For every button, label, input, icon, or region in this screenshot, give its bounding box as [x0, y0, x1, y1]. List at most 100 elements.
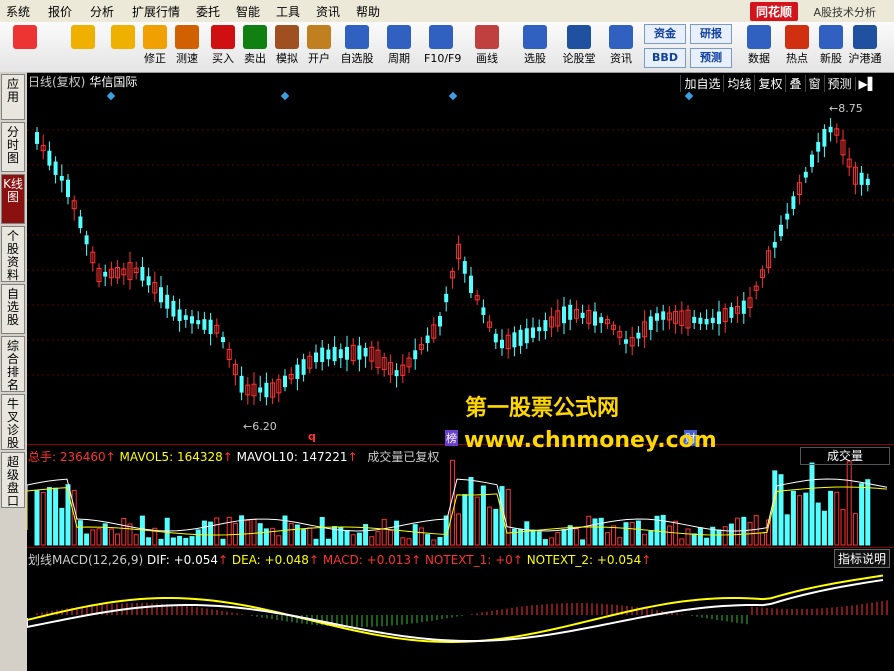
dif-line — [27, 578, 884, 642]
menu-news[interactable]: 资讯 — [316, 3, 340, 20]
volume-bar — [177, 535, 183, 546]
volume-header: 总手: 236460↑ MAVOL5: 164328↑ MAVOL10: 147… — [28, 450, 440, 464]
volume-bar — [499, 486, 505, 546]
sidebar-tab-7[interactable]: 牛叉诊股 — [1, 394, 25, 450]
candle-down — [704, 318, 709, 325]
toolbar-button-12[interactable]: F10/F9 — [424, 24, 461, 70]
candle-down — [562, 306, 566, 324]
volume-bar — [555, 531, 561, 546]
sidebar-tab-4[interactable]: 个股资料 — [1, 226, 25, 282]
candle-down — [357, 345, 362, 360]
candle-down — [661, 311, 666, 320]
candle-down — [710, 317, 715, 324]
toolbar-yanbao-button[interactable]: 研报 — [690, 24, 732, 44]
volume-bar — [425, 534, 431, 546]
event-diamond-icon — [684, 91, 694, 101]
volume-selector[interactable]: 成交量 — [800, 447, 890, 465]
candle-down — [84, 235, 89, 245]
candle-down — [326, 349, 331, 360]
toolbar-button-8[interactable]: 模拟 — [270, 24, 304, 70]
event-marker-bang[interactable]: 榜 — [445, 430, 458, 446]
toolbar-button-11[interactable]: 周期 — [382, 24, 416, 70]
toolbar-button-15[interactable]: 论股堂 — [562, 24, 596, 70]
toolbar-button-10[interactable]: 自选股 — [340, 24, 374, 70]
sidebar-tab-8[interactable]: 超级盘口 — [1, 452, 25, 508]
toolbar-button-13[interactable]: 画线 — [470, 24, 504, 70]
toolbar-button-1[interactable] — [8, 24, 42, 70]
candle-down — [146, 276, 151, 286]
volume-bar — [604, 532, 610, 546]
toolbar-button-4[interactable]: 修正 — [138, 24, 172, 70]
toolbar-button-2[interactable] — [66, 24, 100, 70]
sidebar-tab-5[interactable]: 自选股 — [1, 284, 25, 334]
sidebar-tab-2[interactable]: 分时图 — [1, 122, 25, 172]
menu-trade[interactable]: 委托 — [196, 3, 220, 20]
toolbar-button-9[interactable]: 开户 — [302, 24, 336, 70]
period-label[interactable]: 日线(复权) — [28, 75, 85, 89]
volume-bar — [828, 490, 834, 546]
volume-bar — [115, 533, 121, 546]
menu-system[interactable]: 系统 — [6, 3, 30, 20]
menu-tools[interactable]: 工具 — [276, 3, 300, 20]
candle-down — [462, 261, 467, 274]
volume-bar — [759, 532, 765, 546]
toolbar-button-20[interactable]: 沪港通 — [848, 24, 882, 70]
candle-down — [791, 196, 796, 209]
volume-bar — [493, 508, 499, 546]
toolbar-bbd-button[interactable]: BBD — [644, 48, 686, 68]
menu-analysis[interactable]: 分析 — [90, 3, 114, 20]
toolbar-button-18[interactable]: 热点 — [780, 24, 814, 70]
volume-bar — [90, 529, 96, 546]
play-icon[interactable]: ▶▌ — [854, 77, 880, 91]
candle-down — [599, 317, 604, 323]
sidebar-tab-6[interactable]: 综合排名 — [1, 336, 25, 392]
watermark-url: www.chnmoney.com — [464, 428, 717, 453]
volume-bar — [40, 491, 46, 546]
candle-down — [816, 141, 821, 152]
candle-down — [165, 294, 170, 309]
indicator-help-button[interactable]: 指标说明 — [833, 549, 890, 568]
toolbar-button-5[interactable]: 测速 — [170, 24, 204, 70]
sidebar-tab-1[interactable]: 应用 — [1, 74, 25, 120]
app-title: A股技术分析 — [813, 6, 876, 19]
toolbar-button-17[interactable]: 数据 — [742, 24, 776, 70]
candle-down — [524, 328, 529, 344]
candle-down — [717, 311, 721, 324]
sidebar-tab-3[interactable]: K线图 — [1, 174, 25, 224]
toolbar-button-7[interactable]: 卖出 — [238, 24, 272, 70]
toolbar-button-6[interactable]: 买入 — [206, 24, 240, 70]
candle-down — [239, 375, 244, 393]
star-folder-icon — [345, 25, 369, 49]
toolbar-button-3[interactable] — [106, 24, 140, 70]
toolbar-button-19[interactable]: 新股 — [814, 24, 848, 70]
notext2-value: NOTEXT_2: +0.054 — [526, 553, 642, 567]
menu-quote[interactable]: 报价 — [48, 3, 72, 20]
candle-down — [295, 364, 300, 379]
candle-down — [264, 382, 269, 398]
toolbar-zijin-button[interactable]: 资金 — [644, 24, 686, 44]
candle-down — [53, 161, 58, 175]
toolbar-button-14[interactable]: 选股 — [518, 24, 552, 70]
macd-title[interactable]: 划线MACD(12,26,9) — [28, 553, 143, 567]
candle-down — [425, 335, 430, 343]
candle-down — [537, 327, 542, 332]
volume-bar — [133, 534, 139, 546]
toolbar-label: 周期 — [388, 52, 410, 65]
event-marker-q[interactable]: q — [308, 430, 316, 443]
toolbar-yuce-button[interactable]: 预测 — [690, 48, 732, 68]
news-icon — [609, 25, 633, 49]
menu-extended[interactable]: 扩展行情 — [132, 3, 180, 20]
volume-bar — [549, 537, 555, 546]
toolbar-label: 修正 — [144, 52, 166, 65]
candle-down — [785, 213, 790, 220]
volume-bar — [412, 524, 418, 546]
toolbar-label: 新股 — [820, 52, 842, 65]
toolbar-button-16[interactable]: 资讯 — [604, 24, 638, 70]
volume-bar — [586, 515, 592, 546]
volume-bar — [406, 538, 412, 546]
kline-chart[interactable] — [27, 90, 894, 671]
menu-help[interactable]: 帮助 — [356, 3, 380, 20]
menu-smart[interactable]: 智能 — [236, 3, 260, 20]
mavol10-value: MAVOL10: 147221 — [236, 450, 348, 464]
volume-bar — [251, 518, 257, 546]
